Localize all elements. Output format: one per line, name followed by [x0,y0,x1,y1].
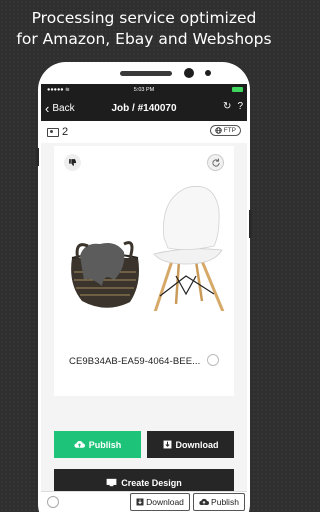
images-icon [47,127,59,137]
download-button[interactable]: Download [147,431,234,458]
select-radio[interactable] [207,354,219,366]
phone-earpiece [120,71,172,76]
publish-label: Publish [88,439,122,450]
select-all-radio[interactable] [47,496,59,508]
bottom-toolbar: Download Publish [41,491,247,512]
image-card[interactable]: CE9B34AB-EA59-4064-BEE... [54,146,234,396]
cloud-upload-icon [74,441,85,448]
job-content: 2 FTP CE9B34AB-EA59-4064-BEE... Publish … [41,121,247,512]
job-identifier: CE9B34AB-EA59-4064-BEE... [69,356,201,367]
rotate-icon [211,158,220,167]
app-screen: ●●●●● ≋ 5:03 PM ‹ Back Job / #140070 ↻ ?… [41,84,247,512]
download-label: Download [175,439,219,450]
bulk-publish-button[interactable]: Publish [193,493,245,511]
nav-bar: ‹ Back Job / #140070 ↻ ? [41,95,247,121]
ftp-button[interactable]: FTP [209,125,241,136]
cloud-upload-icon [199,498,210,506]
download-icon [163,440,171,449]
phone-volume-button [36,148,39,166]
publish-button[interactable]: Publish [54,431,141,458]
back-label: Back [52,102,75,114]
back-chevron-icon: ‹ [45,100,50,116]
monitor-icon [106,478,117,487]
reject-button[interactable] [64,154,81,171]
promo-headline-line1: Processing service optimized [31,9,257,27]
product-photo [71,185,225,311]
thumbs-down-icon [69,159,77,166]
battery-icon [232,87,243,92]
promo-headline: Processing service optimized for Amazon,… [0,8,288,50]
ftp-label: FTP [223,127,236,134]
phone-power-button [249,210,252,238]
download-icon [136,498,144,506]
back-button[interactable]: ‹ Back [41,102,75,115]
refresh-icon[interactable]: ↻ [223,101,231,112]
help-icon[interactable]: ? [237,101,243,112]
bulk-download-label: Download [146,497,184,507]
image-count: 2 [47,126,68,138]
status-bar: ●●●●● ≋ 5:03 PM [41,84,247,95]
status-time: 5:03 PM [133,86,155,93]
bulk-publish-label: Publish [211,497,239,507]
phone-sensor [205,70,211,76]
primary-actions: Publish Download [54,431,234,458]
ftp-icon [214,127,222,134]
create-design-label: Create Design [121,477,182,488]
bulk-download-button[interactable]: Download [130,493,190,511]
promo-headline-line2: for Amazon, Ebay and Webshops [16,30,272,48]
rotate-button[interactable] [207,154,224,171]
job-meta-row: 2 FTP [41,121,247,143]
image-count-value: 2 [62,126,69,138]
phone-camera [184,68,194,78]
